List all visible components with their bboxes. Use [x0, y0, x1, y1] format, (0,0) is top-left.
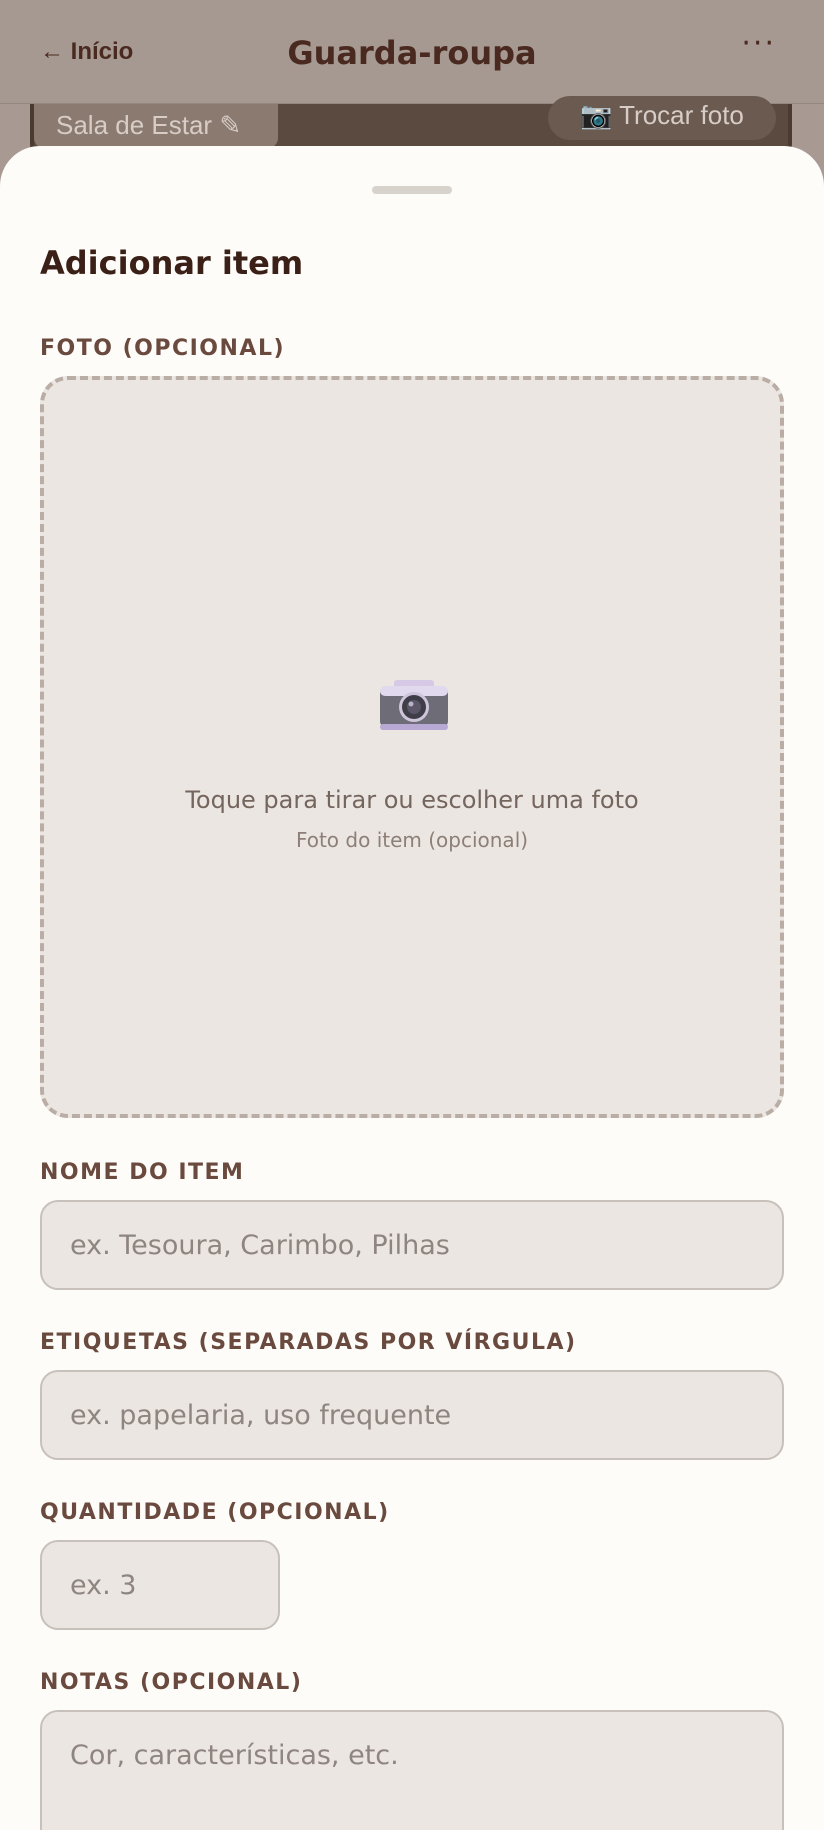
swap-photo-button[interactable]: 📷 Trocar foto [548, 96, 776, 140]
item-name-input[interactable] [40, 1200, 784, 1290]
notes-textarea[interactable] [40, 1710, 784, 1830]
photo-hint: Foto do item (opcional) [295, 828, 529, 852]
more-options-button[interactable]: ··· [741, 26, 776, 61]
app-header: ← Início Guarda-roupa ··· [0, 0, 824, 104]
page-title: Guarda-roupa [287, 34, 537, 72]
tags-input[interactable] [40, 1370, 784, 1460]
room-name-chip[interactable]: Sala de Estar ✎ [34, 104, 278, 148]
photo-prompt: Toque para tirar ou escolher uma foto [185, 786, 639, 814]
notes-label: NOTAS (OPCIONAL) [40, 1670, 303, 1695]
item-name-label: NOME DO ITEM [40, 1160, 245, 1185]
photo-picker[interactable]: Toque para tirar ou escolher uma foto Fo… [40, 376, 784, 1118]
sheet-title: Adicionar item [40, 244, 304, 282]
quantity-label: QUANTIDADE (OPCIONAL) [40, 1500, 390, 1525]
sheet-drag-handle[interactable] [372, 186, 452, 194]
camera-icon [378, 680, 450, 736]
add-item-sheet: Adicionar item FOTO (OPCIONAL) Toque par… [0, 146, 824, 1830]
photo-label: FOTO (OPCIONAL) [40, 336, 286, 361]
quantity-input[interactable] [40, 1540, 280, 1630]
tags-label: ETIQUETAS (SEPARADAS POR VÍRGULA) [40, 1330, 577, 1355]
